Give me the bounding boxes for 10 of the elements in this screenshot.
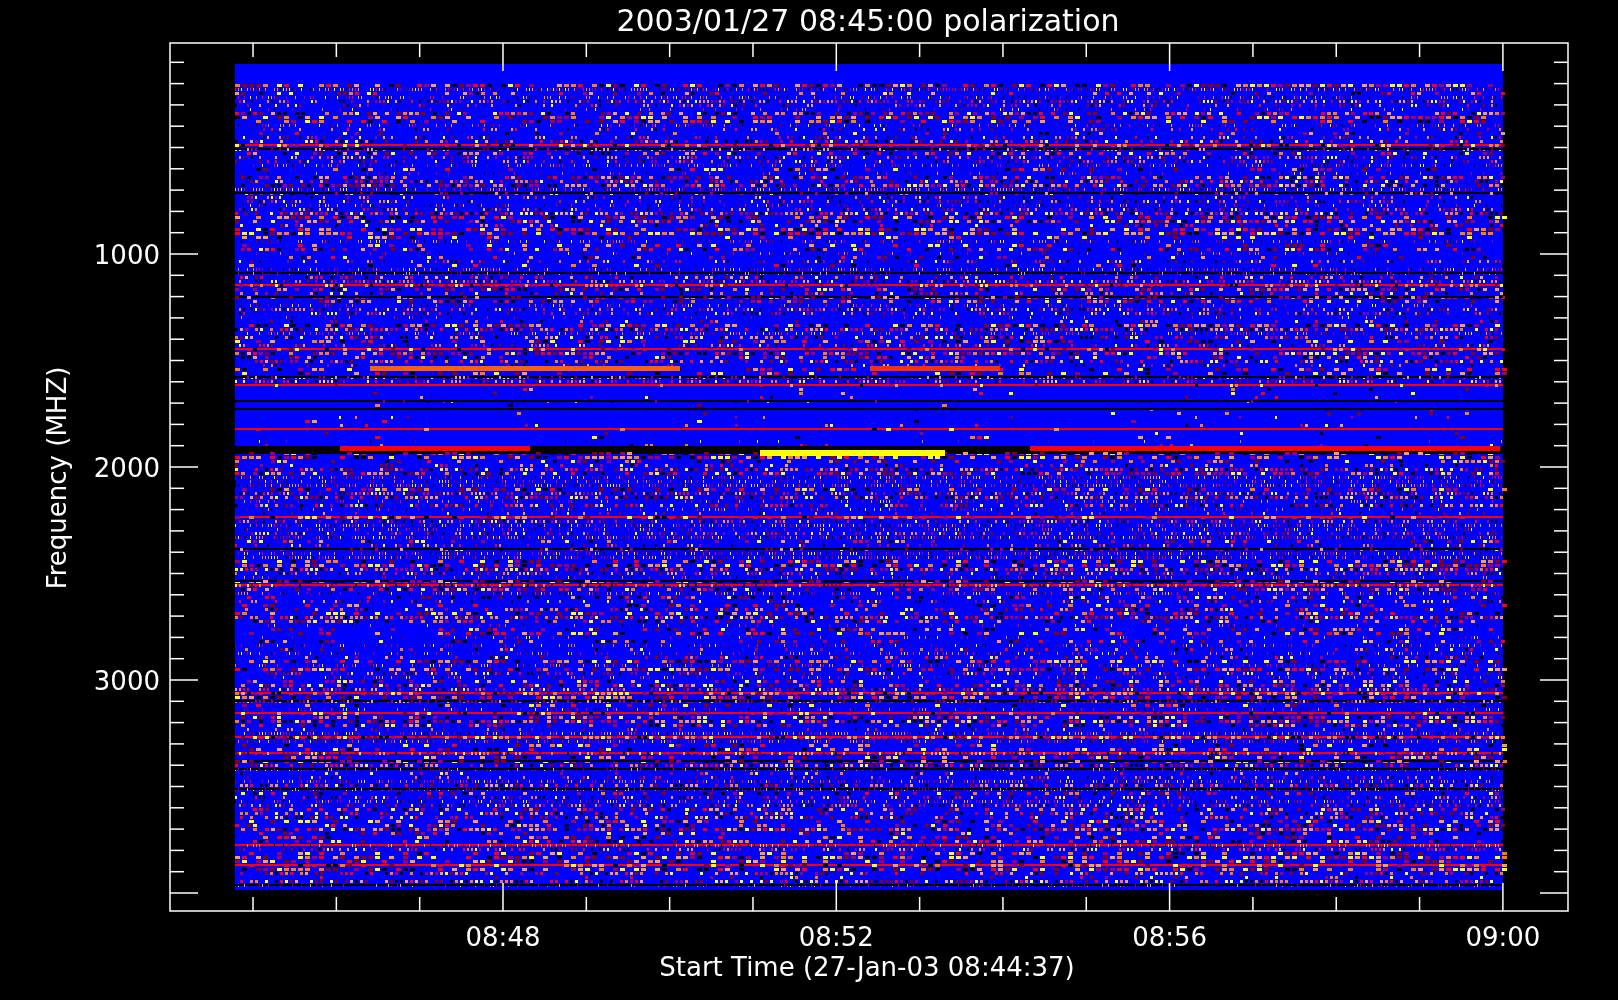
y-tick-label: 1000 bbox=[93, 240, 160, 270]
x-tick-label: 08:48 bbox=[465, 922, 541, 952]
y-tick-label: 2000 bbox=[93, 453, 160, 483]
x-tick-label: 08:56 bbox=[1132, 922, 1208, 952]
x-tick-label: 08:52 bbox=[798, 922, 874, 952]
y-tick-label: 3000 bbox=[93, 666, 160, 696]
chart-title: 2003/01/27 08:45:00 polarization bbox=[616, 3, 1120, 38]
x-axis-label: Start Time (27-Jan-03 08:44:37) bbox=[659, 952, 1075, 982]
y-axis-label: Frequency (MHZ) bbox=[42, 366, 72, 590]
x-tick-label: 09:00 bbox=[1465, 922, 1541, 952]
